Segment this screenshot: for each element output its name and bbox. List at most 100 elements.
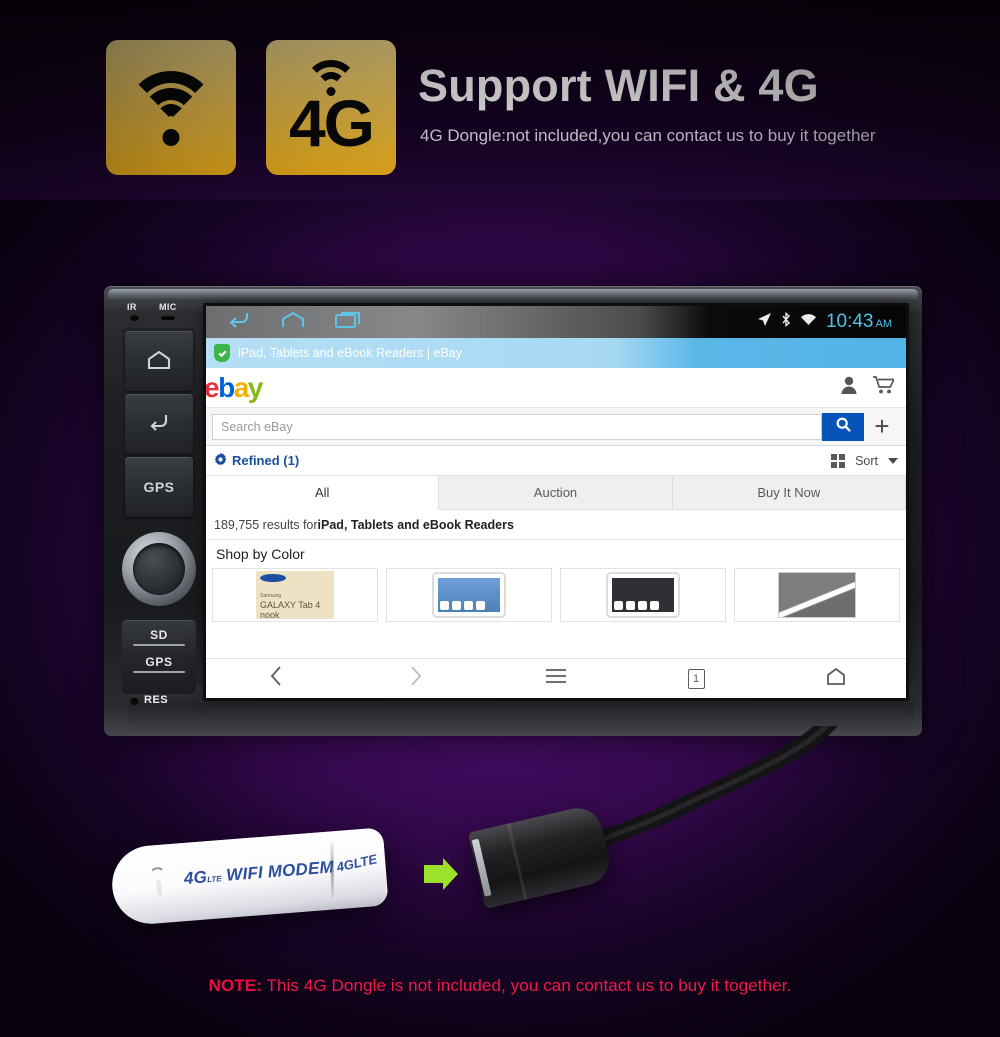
- dongle-label: 4GLTE WIFI MODEM: [183, 857, 334, 889]
- user-icon[interactable]: [841, 376, 857, 399]
- ir-sensor-icon: [130, 314, 139, 321]
- 4g-dongle: 4GLTE WIFI MODEM 4GLTE: [109, 827, 389, 927]
- thumbnail-ipad-dark[interactable]: [560, 568, 726, 622]
- search-input[interactable]: Search eBay: [212, 413, 822, 440]
- hw-button-home[interactable]: [125, 331, 193, 391]
- dongle-led-indicator: [155, 879, 163, 897]
- thumb-model: GALAXY Tab 4 nook: [260, 600, 321, 620]
- fourg-feature-tile: 4G: [266, 40, 396, 175]
- ebay-filter-tabs: All Auction Buy It Now: [206, 476, 906, 510]
- reset-button[interactable]: RES: [130, 694, 168, 706]
- tab-count-icon: 1: [687, 668, 705, 689]
- gps-slot-label: GPS: [145, 655, 173, 669]
- ebay-logo[interactable]: ebay: [206, 371, 264, 404]
- gear-icon: [214, 452, 227, 469]
- ebay-logo-y: y: [247, 371, 264, 403]
- ebay-refine-row: Refined (1) Sort: [206, 446, 906, 476]
- shield-check-icon: [214, 344, 230, 362]
- plus-icon: +: [874, 411, 890, 441]
- android-nav-buttons: [214, 310, 362, 335]
- browser-tabs-button[interactable]: 1: [626, 668, 766, 689]
- note-prefix: NOTE:: [208, 976, 262, 995]
- page-title: Support WIFI & 4G: [418, 60, 819, 111]
- note-body: This 4G Dongle is not included, you can …: [262, 976, 792, 995]
- browser-tab-title: iPad, Tablets and eBook Readers | eBay: [238, 346, 462, 360]
- refined-button[interactable]: Refined (1): [214, 452, 300, 469]
- result-query: iPad, Tablets and eBook Readers: [317, 517, 514, 532]
- home-icon: [826, 667, 846, 690]
- ebay-header: ebay: [206, 368, 906, 408]
- ebay-search-row: Search eBay +: [206, 408, 906, 446]
- bluetooth-icon: [781, 312, 791, 332]
- page-subtitle: 4G Dongle:not included,you can contact u…: [420, 126, 876, 145]
- car-stereo-unit: IR MIC GPS SD GPS RES 10:43 AM iPad, Tab…: [104, 286, 922, 736]
- hw-button-back[interactable]: [125, 394, 193, 454]
- volume-knob[interactable]: [122, 532, 196, 606]
- browser-menu-button[interactable]: [486, 668, 626, 689]
- search-button[interactable]: [822, 412, 864, 441]
- hamburger-icon: [545, 668, 567, 689]
- sd-slot-label: SD: [150, 628, 168, 642]
- ipad-light-graphic: [432, 572, 506, 618]
- thumbnail-grey-graphic[interactable]: [734, 568, 900, 622]
- reset-label: RES: [144, 694, 169, 706]
- stereo-control-panel: IR MIC GPS SD GPS RES: [116, 298, 202, 722]
- home-icon[interactable]: [280, 311, 306, 334]
- product-thumbnail-row: Samsung GALAXY Tab 4 nook: [206, 568, 906, 622]
- gps-slot-line[interactable]: [133, 671, 185, 673]
- wifi-icon: [800, 313, 817, 331]
- card-slot-group: SD GPS: [122, 620, 196, 694]
- samsung-logo-icon: [260, 574, 286, 582]
- browser-home-button[interactable]: [766, 667, 906, 690]
- hardware-button-stack: GPS: [122, 328, 196, 520]
- stereo-touchscreen[interactable]: 10:43 AM iPad, Tablets and eBook Readers …: [206, 306, 906, 698]
- dongle-4g: 4G: [183, 867, 208, 889]
- result-count: 189,755 results for: [214, 517, 318, 532]
- sort-label[interactable]: Sort: [855, 454, 878, 468]
- mic-hole-icon: [161, 315, 175, 320]
- grey-graphic: [778, 572, 856, 618]
- browser-back-button[interactable]: [206, 666, 346, 691]
- dongle-lte: LTE: [206, 874, 222, 885]
- home-icon: [146, 350, 172, 373]
- ir-label: IR: [127, 302, 137, 312]
- back-icon[interactable]: [226, 310, 252, 335]
- add-tab-button[interactable]: +: [864, 411, 900, 442]
- chevron-down-icon[interactable]: [888, 457, 898, 464]
- sort-controls: Sort: [831, 453, 898, 468]
- shop-by-color-heading: Shop by Color: [206, 540, 906, 568]
- android-status-bar: 10:43 AM: [206, 306, 906, 338]
- grid-view-icon[interactable]: [831, 453, 846, 468]
- magnifier-icon: [836, 417, 851, 437]
- thumbnail-ipad-light[interactable]: [386, 568, 552, 622]
- tab-auction[interactable]: Auction: [439, 476, 673, 509]
- chevron-right-icon: [409, 666, 423, 691]
- wifi-icon: [303, 60, 359, 97]
- ebay-logo-b: b: [218, 371, 235, 403]
- refined-label: Refined (1): [232, 453, 300, 468]
- stereo-top-bezel: [108, 289, 918, 300]
- dongle-modem-text: WIFI MODEM: [220, 857, 335, 886]
- result-count-line: 189,755 results for iPad, Tablets and eB…: [206, 510, 906, 540]
- status-icons: 10:43 AM: [757, 311, 898, 333]
- ipad-dark-graphic: [606, 572, 680, 618]
- ebay-logo-e: e: [206, 371, 220, 403]
- location-arrow-icon: [757, 312, 772, 332]
- wifi-feature-tile: [106, 40, 236, 175]
- hw-button-gps[interactable]: GPS: [125, 457, 193, 517]
- browser-tab[interactable]: iPad, Tablets and eBook Readers | eBay: [206, 338, 906, 368]
- recents-icon[interactable]: [334, 310, 362, 334]
- tab-buy-it-now[interactable]: Buy It Now: [673, 476, 906, 509]
- ebay-header-icons: [841, 376, 896, 399]
- back-arrow-icon: [146, 412, 172, 437]
- status-clock: 10:43 AM: [825, 311, 892, 332]
- note-text: NOTE: This 4G Dongle is not included, yo…: [0, 976, 1000, 996]
- wifi-icon: [123, 70, 219, 146]
- thumbnail-samsung-box[interactable]: Samsung GALAXY Tab 4 nook: [212, 568, 378, 622]
- tab-all[interactable]: All: [206, 476, 440, 510]
- sd-slot-line[interactable]: [133, 644, 185, 646]
- browser-forward-button[interactable]: [346, 666, 486, 691]
- cart-icon[interactable]: [873, 376, 896, 399]
- dongle-wifi-icon: [148, 866, 167, 884]
- reset-hole-icon: [130, 695, 139, 705]
